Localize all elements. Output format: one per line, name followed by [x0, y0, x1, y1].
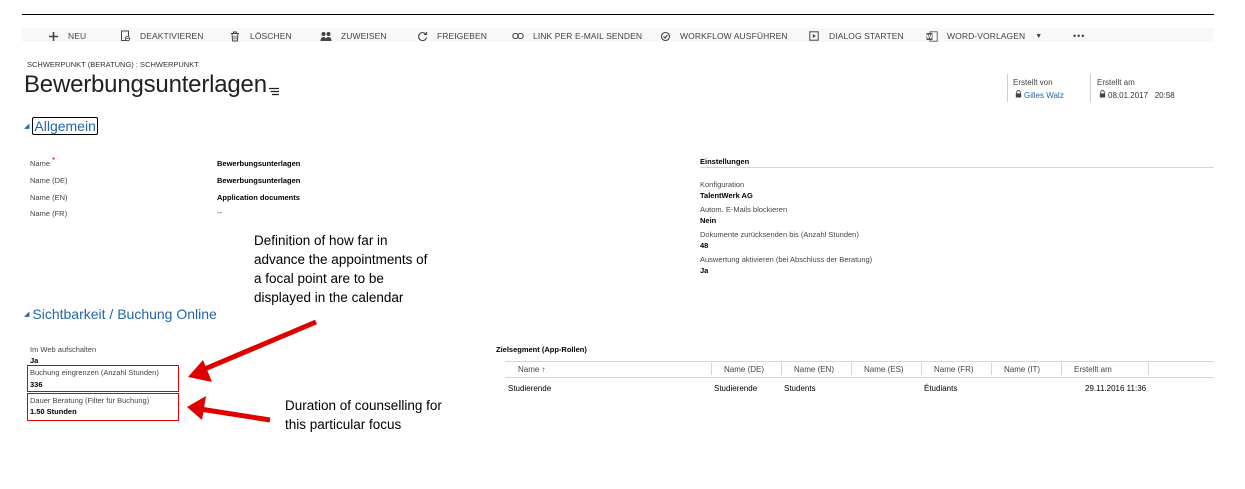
red-arrow-icon: [187, 396, 271, 423]
red-arrow-icon: [188, 319, 317, 382]
annotation-arrows: [187, 319, 317, 423]
